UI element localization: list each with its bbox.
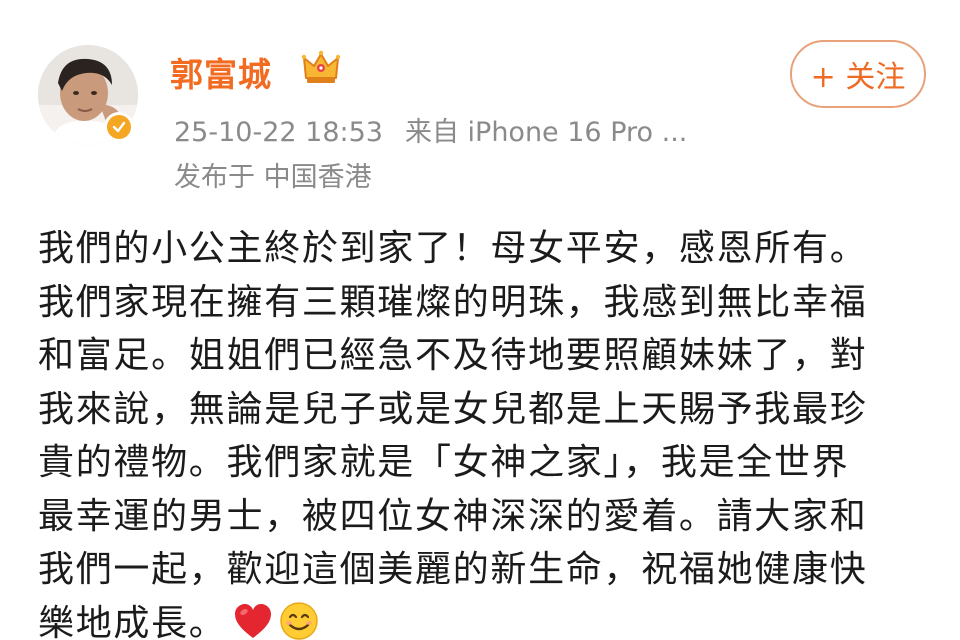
post-text-line-tail: 樂地成長。 xyxy=(38,602,227,640)
post-text-line: 最幸運的男士，被四位女神深深的愛着。請大家和 xyxy=(38,495,868,537)
heart-emoji xyxy=(233,603,273,640)
follow-button[interactable]: + 关注 xyxy=(790,40,926,108)
post-content: 我們的小公主終於到家了！母女平安，感恩所有。 我們家現在擁有三顆璀燦的明珠，我感… xyxy=(38,222,928,640)
smile-emoji xyxy=(279,601,319,640)
post-meta: 25-10-22 18:53 来自 iPhone 16 Pro ... xyxy=(174,110,687,149)
post-header: 郭富城 25-10-22 18:53 来自 iPhone 16 Pro ... 发… xyxy=(0,0,960,200)
user-name[interactable]: 郭富城 xyxy=(170,48,272,96)
post-timestamp[interactable]: 25-10-22 18:53 xyxy=(174,117,383,148)
crown-icon xyxy=(300,46,342,88)
post-text-line: 我來說，無論是兒子或是女兒都是上天賜予我最珍 xyxy=(38,388,868,430)
post-text-line: 我們的小公主終於到家了！母女平安，感恩所有。 xyxy=(38,228,868,269)
post-text-line-last: 樂地成長。 xyxy=(38,597,928,640)
verified-badge-icon xyxy=(104,112,134,142)
post-text-line: 我們一起，歡迎這個美麗的新生命，祝福她健康快 xyxy=(38,549,868,590)
post-text-line: 和富足。姐姐們已經急不及待地要照顧妹妹了，對 xyxy=(38,335,868,376)
post-text-line: 貴的禮物。我們家就是「女神之家」，我是全世界 xyxy=(38,442,850,483)
post-source: 来自 iPhone 16 Pro ... xyxy=(404,117,688,148)
post-text-line: 我們家現在擁有三顆璀燦的明珠，我感到無比幸福 xyxy=(38,281,868,323)
post-location: 发布于 中国香港 xyxy=(174,162,372,193)
